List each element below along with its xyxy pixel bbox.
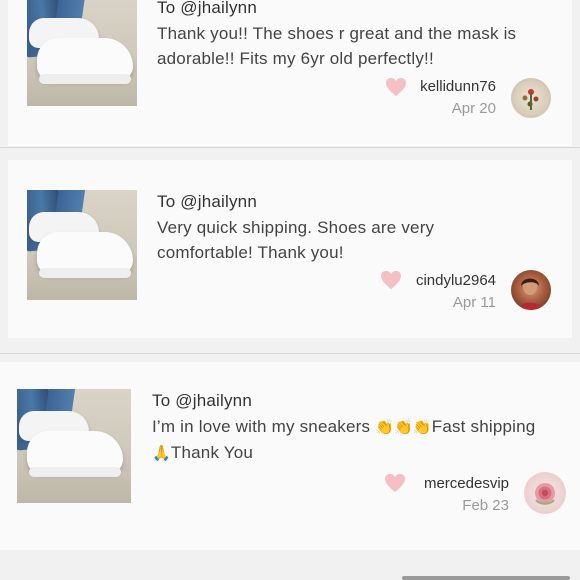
review-date: Apr 20 xyxy=(451,100,496,117)
review-card: To @jhailynn Thank you!! The shoes r gre… xyxy=(8,0,572,146)
review-card: To @jhailynn Very quick shipping. Shoes … xyxy=(8,160,572,338)
scroll-indicator xyxy=(402,576,570,580)
message-text: Fast shipping xyxy=(431,417,536,436)
review-recipient[interactable]: To @jhailynn xyxy=(157,0,257,18)
reviewer-avatar[interactable] xyxy=(511,270,551,310)
reviewer-username[interactable]: kellidunn76 xyxy=(388,78,496,95)
review-message: Very quick shipping. Shoes are very comf… xyxy=(157,218,435,262)
folded-hands-icon: 🙏 xyxy=(152,444,171,462)
listing-thumbnail[interactable] xyxy=(17,389,131,503)
listing-thumbnail[interactable] xyxy=(27,0,137,106)
reviewer-username[interactable]: cindylu2964 xyxy=(384,272,496,289)
listing-thumbnail[interactable] xyxy=(27,190,137,300)
review-date: Feb 23 xyxy=(462,497,509,514)
message-text: I’m in love with my sneakers xyxy=(152,417,376,436)
review-message: I’m in love with my sneakers 👏👏👏Fast shi… xyxy=(152,414,542,466)
reviewer-username[interactable]: mercedesvip xyxy=(396,475,509,492)
review-message: Thank you!! The shoes r great and the ma… xyxy=(157,24,517,68)
reviewer-avatar[interactable] xyxy=(511,78,551,118)
reviewer-avatar[interactable] xyxy=(524,472,566,514)
review-date: Apr 11 xyxy=(452,294,496,311)
review-recipient[interactable]: To @jhailynn xyxy=(157,192,257,212)
review-recipient[interactable]: To @jhailynn xyxy=(152,391,252,411)
divider xyxy=(0,147,580,148)
review-card: To @jhailynn I’m in love with my sneaker… xyxy=(0,362,580,550)
divider xyxy=(0,353,580,354)
clapping-hands-icon: 👏👏👏 xyxy=(375,418,432,436)
message-text: Thank You xyxy=(170,443,254,462)
